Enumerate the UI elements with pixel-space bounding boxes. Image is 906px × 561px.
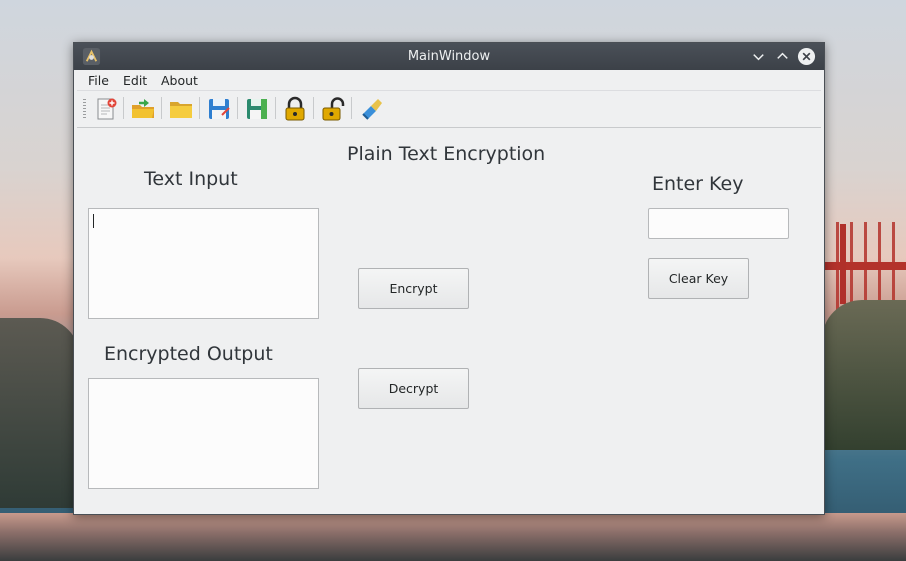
- open-folder-icon[interactable]: [168, 96, 194, 122]
- menu-bar: File Edit About: [74, 70, 824, 90]
- toolbar-separator: [313, 97, 314, 119]
- clear-brush-icon[interactable]: [359, 96, 385, 122]
- toolbar-separator: [351, 97, 352, 119]
- encrypted-output-label: Encrypted Output: [104, 343, 273, 365]
- decrypt-button[interactable]: Decrypt: [358, 368, 469, 409]
- menu-file[interactable]: File: [88, 73, 109, 88]
- wallpaper-bridge-deck: [822, 262, 906, 270]
- main-window: MainWindow File Edit About Plain Text En…: [73, 42, 825, 515]
- minimize-icon[interactable]: [749, 47, 768, 66]
- maximize-icon[interactable]: [773, 47, 792, 66]
- page-heading: Plain Text Encryption: [347, 143, 546, 165]
- toolbar-separator: [199, 97, 200, 119]
- encrypt-button[interactable]: Encrypt: [358, 268, 469, 309]
- title-bar[interactable]: MainWindow: [74, 43, 824, 70]
- lock-icon[interactable]: [282, 96, 308, 122]
- wallpaper-cliff-left: [0, 318, 80, 508]
- key-input[interactable]: [648, 208, 789, 239]
- wallpaper-cliff-right: [822, 300, 906, 450]
- toolbar: [77, 90, 821, 128]
- text-cursor: [93, 214, 94, 228]
- wallpaper-bridge-tower: [840, 224, 846, 304]
- text-input-label: Text Input: [144, 168, 238, 190]
- save-as-icon[interactable]: [244, 96, 270, 122]
- clear-key-button[interactable]: Clear Key: [648, 258, 749, 299]
- toolbar-separator: [123, 97, 124, 119]
- text-input-area[interactable]: [88, 208, 319, 319]
- new-file-icon[interactable]: [93, 96, 119, 122]
- enter-key-label: Enter Key: [652, 173, 744, 195]
- close-icon[interactable]: [797, 47, 816, 66]
- open-file-icon[interactable]: [130, 96, 156, 122]
- encrypted-output-area[interactable]: [88, 378, 319, 489]
- menu-edit[interactable]: Edit: [123, 73, 147, 88]
- window-title: MainWindow: [407, 49, 491, 64]
- toolbar-separator: [161, 97, 162, 119]
- toolbar-separator: [275, 97, 276, 119]
- toolbar-grip[interactable]: [83, 99, 86, 119]
- save-icon[interactable]: [206, 96, 232, 122]
- unlock-icon[interactable]: [320, 96, 346, 122]
- wallpaper-beach: [0, 513, 906, 561]
- menu-about[interactable]: About: [161, 73, 198, 88]
- toolbar-separator: [237, 97, 238, 119]
